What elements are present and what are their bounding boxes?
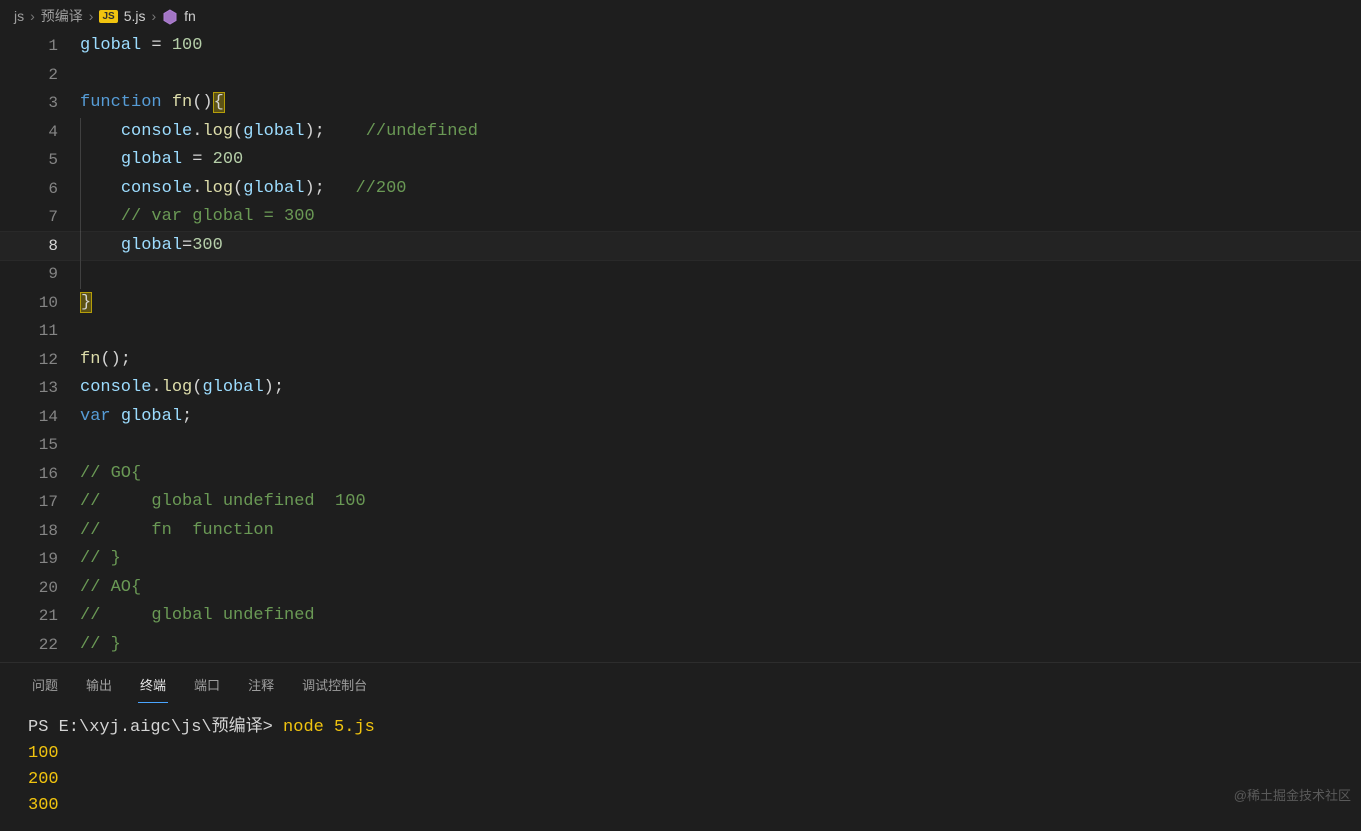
terminal-output-line: 300 [28, 793, 1333, 819]
panel-tab-端口[interactable]: 端口 [192, 671, 222, 703]
editor[interactable]: 12345678910111213141516171819202122 glob… [0, 32, 1361, 662]
chevron-right-icon: › [89, 8, 94, 24]
code-line[interactable]: fn(); [80, 346, 1361, 375]
code-line[interactable]: } [80, 289, 1361, 318]
code-line[interactable]: // var global = 300 [80, 203, 1361, 232]
code-line[interactable]: var global; [80, 403, 1361, 432]
terminal-output-line: 200 [28, 767, 1333, 793]
gutter: 12345678910111213141516171819202122 [0, 32, 80, 662]
code-line[interactable]: console.log(global); //undefined [80, 118, 1361, 147]
js-file-icon: JS [99, 10, 117, 23]
code-line[interactable]: // global undefined [80, 602, 1361, 631]
code-line[interactable] [80, 260, 1361, 289]
code-line[interactable]: // AO{ [80, 574, 1361, 603]
code-line[interactable] [80, 317, 1361, 346]
panel-tabs: 问题输出终端端口注释调试控制台 [0, 663, 1361, 703]
breadcrumb-folder[interactable]: 预编译 [41, 6, 83, 26]
line-number: 3 [0, 89, 58, 118]
line-number: 13 [0, 374, 58, 403]
terminal[interactable]: PS E:\xyj.aigc\js\预编译> node 5.js 1002003… [0, 703, 1361, 831]
line-number: 20 [0, 574, 58, 603]
code-line[interactable]: // } [80, 631, 1361, 660]
line-number: 9 [0, 260, 58, 289]
line-number: 18 [0, 517, 58, 546]
code-line[interactable]: console.log(global); //200 [80, 175, 1361, 204]
terminal-command: node 5.js [283, 718, 375, 737]
watermark: @稀土掘金技术社区 [1234, 785, 1351, 804]
line-number: 12 [0, 346, 58, 375]
line-number: 17 [0, 488, 58, 517]
line-number: 4 [0, 118, 58, 147]
line-number: 11 [0, 317, 58, 346]
code-line[interactable]: global=300 [80, 232, 1361, 261]
terminal-ps: PS E:\xyj.aigc\js\预编译> [28, 718, 283, 737]
breadcrumb-file[interactable]: 5.js [124, 8, 146, 24]
line-number: 7 [0, 203, 58, 232]
line-number: 14 [0, 403, 58, 432]
chevron-right-icon: › [152, 8, 157, 24]
line-number: 8 [0, 232, 58, 261]
panel-tab-注释[interactable]: 注释 [246, 671, 276, 703]
breadcrumb-root[interactable]: js [14, 8, 24, 24]
panel-tab-问题[interactable]: 问题 [30, 671, 60, 703]
line-number: 22 [0, 631, 58, 660]
symbol-function-icon [162, 7, 178, 24]
code-line[interactable] [80, 431, 1361, 460]
code-line[interactable] [80, 61, 1361, 90]
code-line[interactable]: global = 100 [80, 32, 1361, 61]
terminal-prompt-line: PS E:\xyj.aigc\js\预编译> node 5.js [28, 715, 1333, 741]
line-number: 16 [0, 460, 58, 489]
breadcrumbs[interactable]: js › 预编译 › JS 5.js › fn [0, 0, 1361, 32]
panel-tab-调试控制台[interactable]: 调试控制台 [300, 671, 369, 703]
breadcrumb-symbol[interactable]: fn [184, 8, 196, 24]
line-number: 1 [0, 32, 58, 61]
bottom-panel: 问题输出终端端口注释调试控制台 PS E:\xyj.aigc\js\预编译> n… [0, 662, 1361, 812]
panel-tab-终端[interactable]: 终端 [138, 671, 168, 703]
code-line[interactable]: // global undefined 100 [80, 488, 1361, 517]
terminal-output: 100200300 [28, 741, 1333, 819]
line-number: 21 [0, 602, 58, 631]
line-number: 5 [0, 146, 58, 175]
code-line[interactable]: console.log(global); [80, 374, 1361, 403]
line-number: 15 [0, 431, 58, 460]
terminal-output-line: 100 [28, 741, 1333, 767]
line-number: 2 [0, 61, 58, 90]
panel-tab-输出[interactable]: 输出 [84, 671, 114, 703]
code-line[interactable]: // GO{ [80, 460, 1361, 489]
line-number: 19 [0, 545, 58, 574]
chevron-right-icon: › [30, 8, 35, 24]
code-line[interactable]: // fn function [80, 517, 1361, 546]
code-area[interactable]: global = 100 function fn(){ console.log(g… [80, 32, 1361, 662]
code-line[interactable]: global = 200 [80, 146, 1361, 175]
line-number: 10 [0, 289, 58, 318]
line-number: 6 [0, 175, 58, 204]
code-line[interactable]: function fn(){ [80, 89, 1361, 118]
code-line[interactable]: // } [80, 545, 1361, 574]
